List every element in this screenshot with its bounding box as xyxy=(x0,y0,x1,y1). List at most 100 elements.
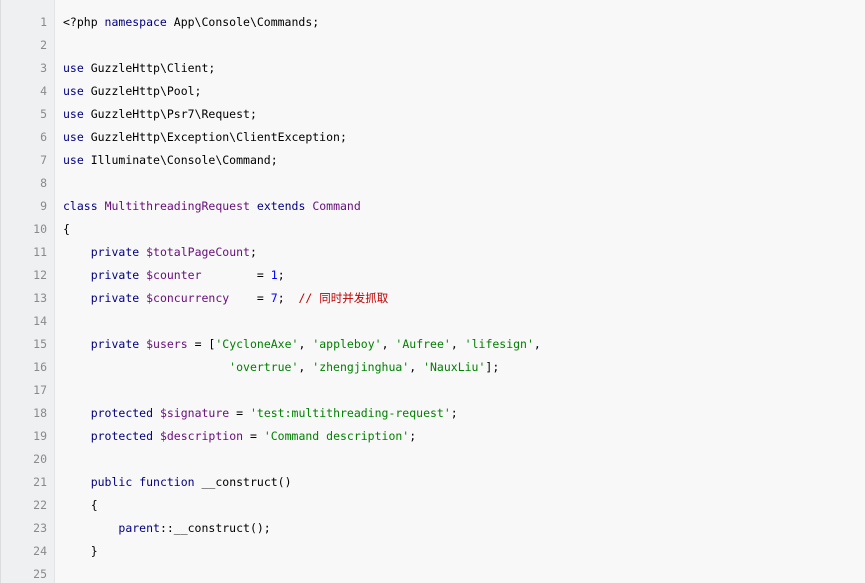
line-number: 1 xyxy=(40,15,47,29)
code-text: 'overtrue', 'zhengjinghua', 'NauxLiu']; xyxy=(63,356,499,379)
code-token: $users xyxy=(146,337,188,351)
code-token: ; xyxy=(409,429,417,443)
code-token: function xyxy=(139,475,195,489)
code-text: <?php namespace App\Console\Commands; xyxy=(63,11,319,34)
code-token: , xyxy=(533,337,541,351)
code-token: 1 xyxy=(270,268,278,282)
code-token: = xyxy=(243,429,264,443)
code-token: = xyxy=(201,268,271,282)
code-token: 7 xyxy=(270,291,278,305)
code-text: { xyxy=(63,218,70,241)
code-token: ; xyxy=(277,291,299,305)
code-token: } xyxy=(63,544,98,558)
code-token: GuzzleHttp\Pool; xyxy=(83,84,202,98)
code-token: $description xyxy=(159,429,244,443)
code-line: 21 public function __construct() xyxy=(1,471,865,494)
code-token: private xyxy=(90,337,140,351)
code-token: $concurrency xyxy=(146,291,230,305)
code-token: GuzzleHttp\Exception\ClientException; xyxy=(83,130,347,144)
code-text: class MultithreadingRequest extends Comm… xyxy=(63,195,361,218)
code-token: App\Console\Commands; xyxy=(166,15,320,29)
code-line: 16 'overtrue', 'zhengjinghua', 'NauxLiu'… xyxy=(1,356,865,379)
code-line: 4 use GuzzleHttp\Pool; xyxy=(1,80,865,103)
code-token: ::__construct(); xyxy=(159,521,271,535)
code-token: MultithreadingRequest xyxy=(104,199,250,213)
line-number: 15 xyxy=(33,337,47,351)
line-number: 6 xyxy=(40,130,47,144)
code-text: private $concurrency = 7; // 同时并发抓取 xyxy=(63,287,389,310)
line-number: 23 xyxy=(33,521,47,535)
code-text: use Illuminate\Console\Command; xyxy=(63,149,278,172)
code-text: use GuzzleHttp\Pool; xyxy=(63,80,201,103)
code-token: 'NauxLiu' xyxy=(423,360,486,374)
line-number: 13 xyxy=(33,291,47,305)
code-token: public xyxy=(90,475,133,489)
code-editor[interactable]: 1 <?php namespace App\Console\Commands; 2 3… xyxy=(0,0,865,583)
code-line: 14 xyxy=(1,310,865,333)
code-line: 17 xyxy=(1,379,865,402)
line-number: 10 xyxy=(33,222,47,236)
code-token: $signature xyxy=(159,406,230,420)
code-token: ; xyxy=(450,406,458,420)
code-line: 23 parent::__construct(); xyxy=(1,517,865,540)
line-number: 21 xyxy=(33,475,47,489)
code-token: parent xyxy=(118,521,160,535)
code-line: 9 class MultithreadingRequest extends Com… xyxy=(1,195,865,218)
code-token: 'test:multithreading-request' xyxy=(249,406,451,420)
code-token: GuzzleHttp\Client; xyxy=(83,61,216,75)
code-line: 24 } xyxy=(1,540,865,563)
code-token: 'overtrue' xyxy=(229,360,299,374)
line-number: 19 xyxy=(33,429,47,443)
code-line: 1 <?php namespace App\Console\Commands; xyxy=(1,11,865,34)
code-token: { xyxy=(63,222,70,236)
code-line: 22 { xyxy=(1,494,865,517)
code-token: // 同时并发抓取 xyxy=(298,291,389,305)
code-token: <?php xyxy=(63,15,105,29)
code-line: 2 xyxy=(1,34,865,57)
code-token: GuzzleHttp\Psr7\Request; xyxy=(83,107,257,121)
code-token: 'CycloneAxe' xyxy=(215,337,299,351)
line-number: 8 xyxy=(40,176,47,190)
line-number: 20 xyxy=(33,452,47,466)
code-line: 25 xyxy=(1,563,865,583)
line-number: 17 xyxy=(33,383,47,397)
code-token: 'Command description' xyxy=(263,429,410,443)
code-token: 'appleboy' xyxy=(312,337,382,351)
code-line: 15 private $users = ['CycloneAxe', 'appl… xyxy=(1,333,865,356)
code-line: 11 private $totalPageCount; xyxy=(1,241,865,264)
line-number: 11 xyxy=(33,245,47,259)
code-lines: 1 <?php namespace App\Console\Commands; 2 3… xyxy=(1,11,865,583)
code-line: 5 use GuzzleHttp\Psr7\Request; xyxy=(1,103,865,126)
code-line: 13 private $concurrency = 7; // 同时并发抓取 xyxy=(1,287,865,310)
code-token: 'zhengjinghua' xyxy=(312,360,410,374)
line-number: 16 xyxy=(33,360,47,374)
code-token: namespace xyxy=(104,15,167,29)
code-line: 18 protected $signature = 'test:multithr… xyxy=(1,402,865,425)
code-line: 6 use GuzzleHttp\Exception\ClientExceptio… xyxy=(1,126,865,149)
code-line: 7 use Illuminate\Console\Command; xyxy=(1,149,865,172)
code-line: 8 xyxy=(1,172,865,195)
line-number: 5 xyxy=(40,107,47,121)
code-text: protected $signature = 'test:multithread… xyxy=(63,402,458,425)
code-token: __construct() xyxy=(194,475,292,489)
code-token: = xyxy=(229,406,250,420)
line-number: 2 xyxy=(40,38,47,52)
code-text: { xyxy=(63,494,98,517)
code-line: 3 use GuzzleHttp\Client; xyxy=(1,57,865,80)
line-number: 25 xyxy=(33,567,47,581)
code-token: Illuminate\Console\Command; xyxy=(83,153,278,167)
line-number: 22 xyxy=(33,498,47,512)
code-token: ; xyxy=(249,245,257,259)
code-token: $totalPageCount xyxy=(146,245,250,259)
